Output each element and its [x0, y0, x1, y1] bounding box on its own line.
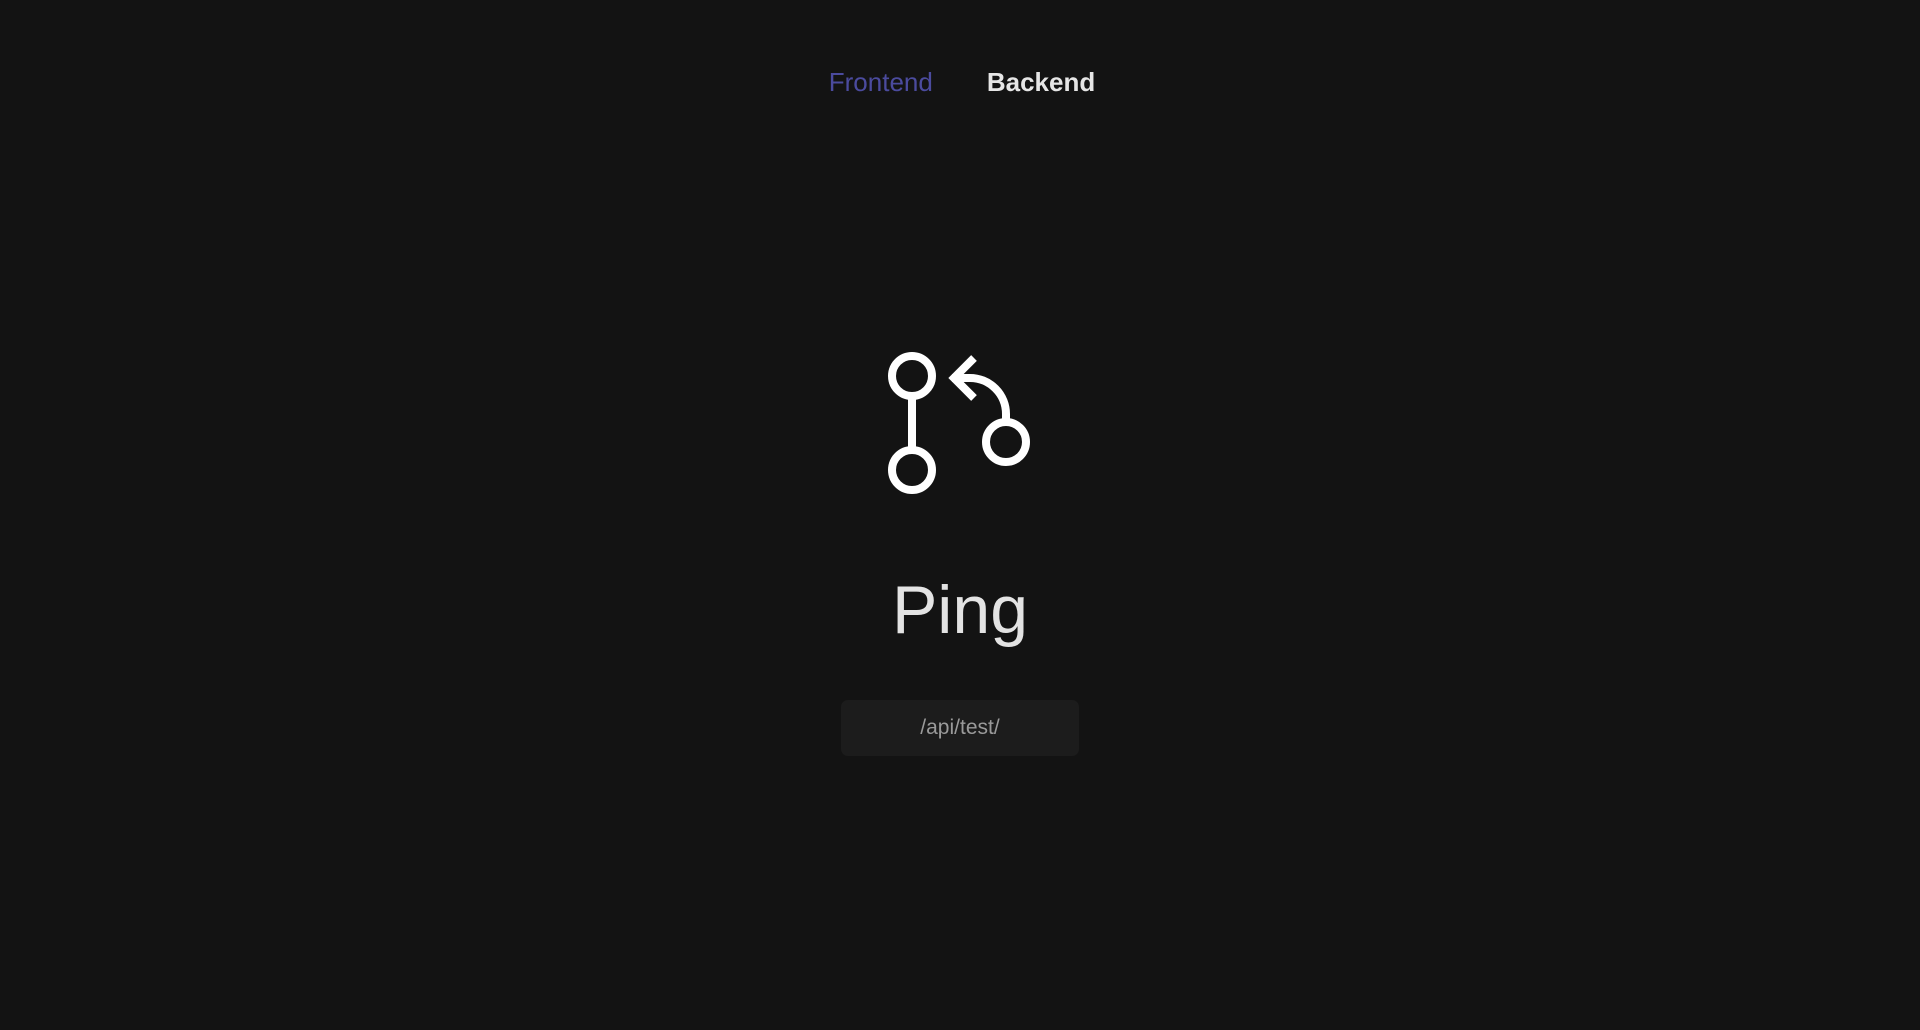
page-title: Ping	[891, 572, 1029, 648]
nav-link-frontend[interactable]: Frontend	[829, 62, 933, 102]
nav-link-backend[interactable]: Backend	[987, 62, 1095, 102]
top-nav: Frontend Backend	[0, 62, 1920, 102]
endpoint-path-button[interactable]: /api/test/	[841, 700, 1079, 756]
git-pull-request-icon	[888, 352, 1034, 498]
page: Frontend Backend Ping /api/test/	[0, 0, 1920, 1030]
